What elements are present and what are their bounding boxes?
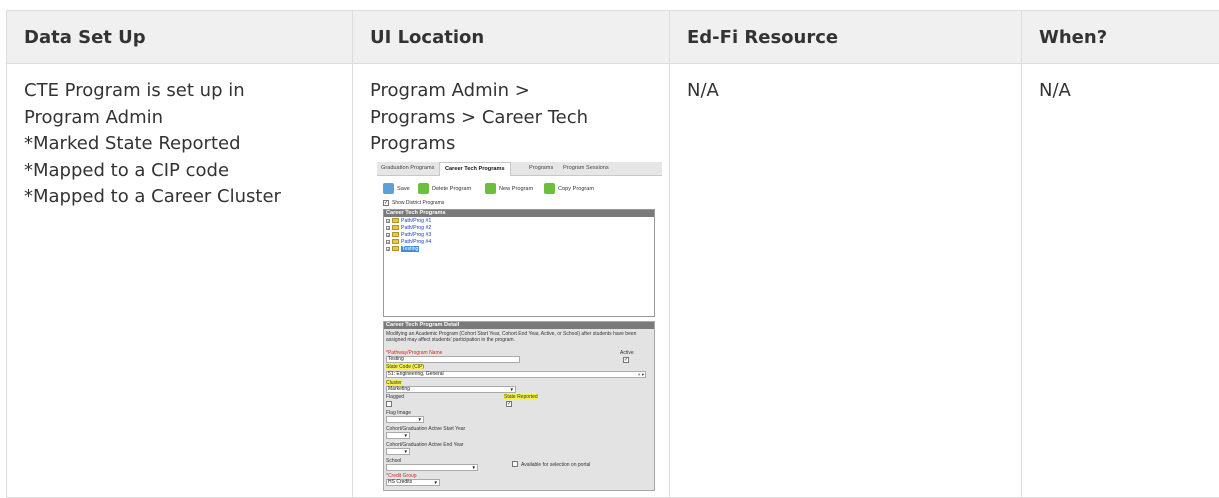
flagged-label: Flagged — [386, 394, 404, 400]
chevron-down-icon: ▼ — [472, 465, 476, 470]
show-district-checkbox[interactable]: ✓ — [383, 200, 389, 206]
header-edfi-resource: Ed-Fi Resource — [670, 11, 1022, 64]
new-program-button[interactable]: New Program — [499, 186, 533, 192]
cip-field[interactable]: 51: Engineering, General× ▾ — [386, 371, 646, 378]
ui-location-line: Program Admin > — [370, 78, 652, 105]
flagged-checkbox[interactable] — [386, 401, 392, 407]
chevron-down-icon: ▼ — [510, 387, 514, 392]
chevron-down-icon: ▼ — [404, 433, 408, 438]
tree-item-selected[interactable]: +Testing — [386, 246, 419, 253]
tree-header: Career Tech Programs — [384, 210, 654, 217]
ui-location-line: Programs > Career Tech — [370, 105, 652, 132]
program-tree: Career Tech Programs +Path/Prog #1 +Path… — [383, 209, 655, 317]
chevron-down-icon: ▼ — [434, 480, 438, 485]
credit-group-dropdown[interactable]: HS Credits▼ — [386, 479, 440, 486]
header-when: When? — [1022, 11, 1219, 64]
data-set-up-line: *Mapped to a Career Cluster — [24, 184, 335, 211]
program-detail-panel: Career Tech Program Detail Modifying an … — [383, 321, 655, 491]
active-checkbox[interactable]: ✓ — [623, 357, 629, 363]
start-year-dropdown[interactable]: ▼ — [386, 432, 410, 439]
new-program-icon[interactable] — [485, 183, 496, 194]
active-label: Active — [620, 350, 634, 356]
delete-program-button[interactable]: Delete Program — [432, 186, 471, 192]
header-ui-location: UI Location — [353, 11, 670, 64]
folder-icon — [392, 225, 399, 230]
tree-item[interactable]: +Path/Prog #2 — [386, 225, 431, 232]
cell-edfi-resource: N/A — [670, 64, 1022, 498]
header-row: Data Set Up UI Location Ed-Fi Resource W… — [7, 11, 1219, 64]
screenshot-tab-bar: Graduation Programs Career Tech Programs… — [377, 162, 662, 176]
data-set-up-line: *Marked State Reported — [24, 131, 335, 158]
tree-item[interactable]: +Path/Prog #4 — [386, 239, 431, 246]
show-district-label: Show District Programs — [392, 200, 444, 206]
state-reported-checkbox[interactable]: ✓ — [506, 401, 512, 407]
data-set-up-line: CTE Program is set up in — [24, 78, 335, 105]
state-reported-label: State Reported — [504, 394, 538, 400]
folder-icon — [392, 232, 399, 237]
data-set-up-line: Program Admin — [24, 105, 335, 132]
cip-label: State Code (CIP) — [386, 364, 424, 370]
tree-item[interactable]: +Path/Prog #1 — [386, 218, 431, 225]
folder-icon — [392, 218, 399, 223]
cell-when: N/A — [1022, 64, 1219, 498]
chevron-down-icon: ▼ — [418, 417, 422, 422]
program-name-field[interactable]: Testing — [386, 356, 520, 363]
end-year-dropdown[interactable]: ▼ — [386, 448, 410, 455]
header-data-set-up: Data Set Up — [7, 11, 353, 64]
clear-icon[interactable]: × ▾ — [638, 372, 644, 377]
detail-warning: Modifying an Academic Program (Cohort St… — [386, 331, 652, 343]
copy-program-button[interactable]: Copy Program — [558, 186, 594, 192]
folder-icon — [392, 239, 399, 244]
portal-checkbox[interactable] — [512, 461, 518, 467]
portal-label: Available for selection on portal — [521, 462, 590, 468]
tab-program-sessions[interactable]: Program Sessions — [563, 165, 609, 171]
data-set-up-line: *Mapped to a CIP code — [24, 158, 335, 185]
flag-image-dropdown[interactable]: ▼ — [386, 416, 424, 423]
career-tech-programs-screenshot: Graduation Programs Career Tech Programs… — [377, 162, 662, 491]
school-dropdown[interactable]: ▼ — [386, 464, 478, 471]
save-button[interactable]: Save — [397, 186, 410, 192]
folder-icon — [392, 246, 399, 251]
tree-item[interactable]: +Path/Prog #3 — [386, 232, 431, 239]
detail-header: Career Tech Program Detail — [384, 322, 654, 329]
ui-location-line: Programs — [370, 131, 652, 158]
save-icon[interactable] — [383, 183, 394, 194]
chevron-down-icon: ▼ — [404, 449, 408, 454]
tab-graduation-programs[interactable]: Graduation Programs — [381, 165, 434, 171]
tab-career-tech-programs[interactable]: Career Tech Programs — [439, 162, 511, 176]
cluster-dropdown[interactable]: Marketing▼ — [386, 386, 516, 393]
tab-programs[interactable]: Programs — [529, 165, 553, 171]
cell-data-set-up: CTE Program is set up in Program Admin *… — [7, 64, 353, 498]
delete-program-icon[interactable] — [418, 183, 429, 194]
copy-program-icon[interactable] — [544, 183, 555, 194]
